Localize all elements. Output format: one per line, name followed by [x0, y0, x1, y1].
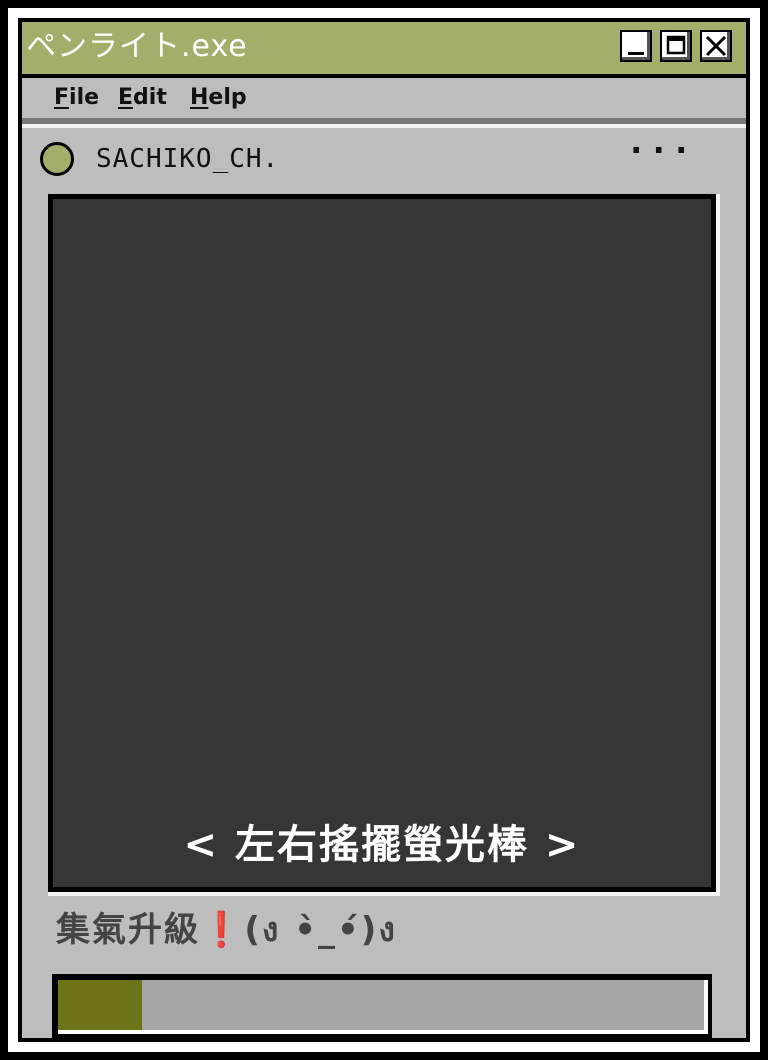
- status-indicator: [40, 142, 74, 176]
- more-options-icon[interactable]: ···: [626, 134, 693, 168]
- progress-track: [58, 980, 708, 1034]
- menu-help[interactable]: Help: [190, 84, 247, 112]
- title-bar[interactable]: ペンライト.exe: [22, 22, 746, 74]
- username: SACHIKO_CH.: [96, 144, 280, 174]
- close-button[interactable]: [700, 30, 732, 62]
- window-title: ペンライト.exe: [26, 29, 248, 64]
- menu-edit-mnemonic: E: [118, 85, 134, 110]
- swipe-hint: < 左右搖擺螢光棒 >: [183, 822, 581, 868]
- app-window: ペンライト.exe File Edit Help SACHIKO_CH. ···…: [18, 18, 750, 1042]
- menu-help-mnemonic: H: [190, 85, 209, 110]
- cheer-label: 集氣升級❗(ง •̀_•́)ง: [56, 910, 397, 950]
- cheer-progress-bar: [52, 974, 712, 1038]
- minimize-icon: [628, 52, 644, 55]
- main-content: SACHIKO_CH. ··· < 左右搖擺螢光棒 > 集氣升級❗(ง •̀_•…: [22, 128, 746, 1038]
- outer-frame: ペンライト.exe File Edit Help SACHIKO_CH. ···…: [8, 8, 760, 1052]
- menu-edit-label: dit: [133, 85, 167, 110]
- menu-bar: File Edit Help: [22, 78, 746, 118]
- menu-file-label: ile: [69, 85, 100, 110]
- menu-file[interactable]: File: [54, 84, 99, 112]
- progress-fill: [58, 980, 142, 1030]
- maximize-button[interactable]: [660, 30, 692, 62]
- maximize-icon: [666, 35, 686, 55]
- menu-edit[interactable]: Edit: [118, 84, 167, 112]
- minimize-button[interactable]: [620, 30, 652, 62]
- close-icon: [705, 35, 727, 57]
- menu-help-label: elp: [208, 85, 247, 110]
- menu-file-mnemonic: F: [54, 85, 70, 110]
- penlight-panel[interactable]: < 左右搖擺螢光棒 >: [48, 194, 716, 892]
